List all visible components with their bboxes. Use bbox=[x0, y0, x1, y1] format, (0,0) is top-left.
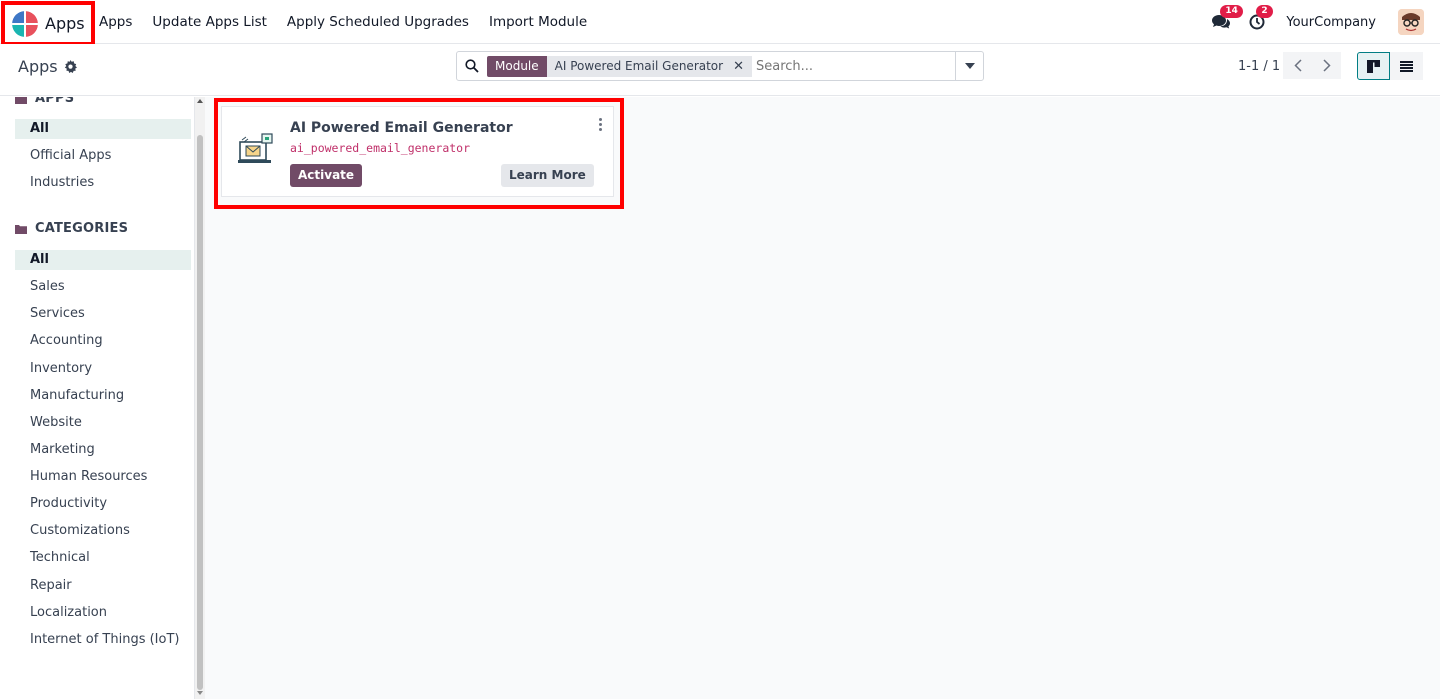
module-email-icon bbox=[236, 133, 276, 169]
remove-facet-icon[interactable]: ✕ bbox=[729, 55, 752, 77]
activities-count-badge: 2 bbox=[1256, 5, 1273, 18]
apps-section-heading: APPS bbox=[15, 97, 74, 106]
category-manufacturing[interactable]: Manufacturing bbox=[15, 386, 191, 406]
brand-label: Apps bbox=[45, 14, 85, 33]
search-panel: APPS All Official Apps Industries CATEGO… bbox=[0, 97, 205, 699]
category-marketing[interactable]: Marketing bbox=[15, 440, 191, 460]
search-facet: Module AI Powered Email Generator ✕ bbox=[487, 55, 752, 77]
home-apps-menu[interactable]: Apps bbox=[1, 1, 95, 46]
category-all[interactable]: All bbox=[15, 250, 191, 270]
category-sales[interactable]: Sales bbox=[15, 277, 191, 297]
pager-buttons bbox=[1283, 52, 1341, 79]
learn-more-button[interactable]: Learn More bbox=[501, 164, 594, 187]
activate-button[interactable]: Activate bbox=[290, 164, 363, 187]
search-options-toggle[interactable] bbox=[955, 52, 983, 80]
systray: 14 2 YourCompany bbox=[1210, 0, 1424, 44]
pager-value[interactable]: 1-1 / 1 bbox=[1238, 59, 1280, 74]
facet-value: AI Powered Email Generator bbox=[546, 55, 730, 77]
odoo-logo-icon bbox=[12, 10, 38, 37]
main-menu: Apps Update Apps List Apply Scheduled Up… bbox=[99, 0, 587, 44]
pager-previous-button[interactable] bbox=[1283, 52, 1312, 79]
category-accounting[interactable]: Accounting bbox=[15, 331, 191, 351]
folder-icon bbox=[15, 97, 27, 104]
control-panel: Apps Module AI Powered Email Generator ✕… bbox=[0, 44, 1440, 96]
module-card[interactable]: AI Powered Email Generator ai_powered_em… bbox=[221, 106, 614, 197]
chevron-left-icon bbox=[1293, 59, 1302, 72]
category-productivity[interactable]: Productivity bbox=[15, 494, 191, 514]
scroll-up-arrow-icon[interactable] bbox=[197, 99, 203, 103]
caret-down-icon bbox=[964, 63, 975, 69]
sidebar-scrollbar[interactable] bbox=[194, 97, 205, 699]
messages-button[interactable]: 14 bbox=[1210, 5, 1243, 33]
view-switcher bbox=[1357, 52, 1423, 80]
category-repair[interactable]: Repair bbox=[15, 576, 191, 596]
list-view-button[interactable] bbox=[1390, 52, 1423, 80]
menu-update-apps-list[interactable]: Update Apps List bbox=[152, 14, 266, 30]
menu-apply-scheduled-upgrades[interactable]: Apply Scheduled Upgrades bbox=[287, 14, 469, 30]
categories-heading-label: CATEGORIES bbox=[35, 221, 129, 236]
company-switcher[interactable]: YourCompany bbox=[1286, 15, 1376, 30]
kanban-icon bbox=[1367, 59, 1380, 73]
scroll-down-arrow-icon[interactable] bbox=[197, 691, 203, 695]
filter-apps-all[interactable]: All bbox=[15, 119, 191, 139]
module-technical-name: ai_powered_email_generator bbox=[290, 141, 471, 155]
categories-section-heading: CATEGORIES bbox=[15, 221, 128, 236]
category-inventory[interactable]: Inventory bbox=[15, 359, 191, 379]
category-customizations[interactable]: Customizations bbox=[15, 521, 191, 541]
gear-icon[interactable] bbox=[64, 60, 77, 73]
category-human-resources[interactable]: Human Resources bbox=[15, 467, 191, 487]
menu-import-module[interactable]: Import Module bbox=[489, 14, 587, 30]
search-icon bbox=[457, 59, 487, 73]
activities-button[interactable]: 2 bbox=[1246, 5, 1273, 33]
kanban-view-button[interactable] bbox=[1357, 52, 1390, 80]
scrollbar-thumb[interactable] bbox=[197, 135, 203, 690]
chevron-right-icon bbox=[1322, 59, 1331, 72]
search-bar: Module AI Powered Email Generator ✕ bbox=[456, 51, 984, 81]
filter-industries[interactable]: Industries bbox=[15, 173, 191, 193]
page-title: Apps bbox=[18, 57, 58, 76]
breadcrumb: Apps bbox=[18, 57, 77, 76]
pager-next-button[interactable] bbox=[1312, 52, 1341, 79]
category-iot[interactable]: Internet of Things (IoT) bbox=[15, 630, 191, 650]
list-icon bbox=[1400, 60, 1413, 72]
category-website[interactable]: Website bbox=[15, 413, 191, 433]
filter-official-apps[interactable]: Official Apps bbox=[15, 146, 191, 166]
messages-count-badge: 14 bbox=[1220, 5, 1243, 18]
top-navbar: Apps Apps Update Apps List Apply Schedul… bbox=[0, 0, 1440, 46]
folder-icon bbox=[15, 224, 27, 234]
module-title: AI Powered Email Generator bbox=[290, 120, 513, 136]
facet-label: Module bbox=[487, 55, 547, 77]
user-avatar[interactable] bbox=[1398, 9, 1424, 35]
category-technical[interactable]: Technical bbox=[15, 548, 191, 568]
category-services[interactable]: Services bbox=[15, 304, 191, 324]
card-dropdown-icon[interactable] bbox=[595, 118, 605, 132]
apps-heading-label: APPS bbox=[35, 97, 75, 106]
menu-apps[interactable]: Apps bbox=[99, 14, 132, 30]
category-localization[interactable]: Localization bbox=[15, 603, 191, 623]
search-input[interactable] bbox=[752, 58, 955, 74]
